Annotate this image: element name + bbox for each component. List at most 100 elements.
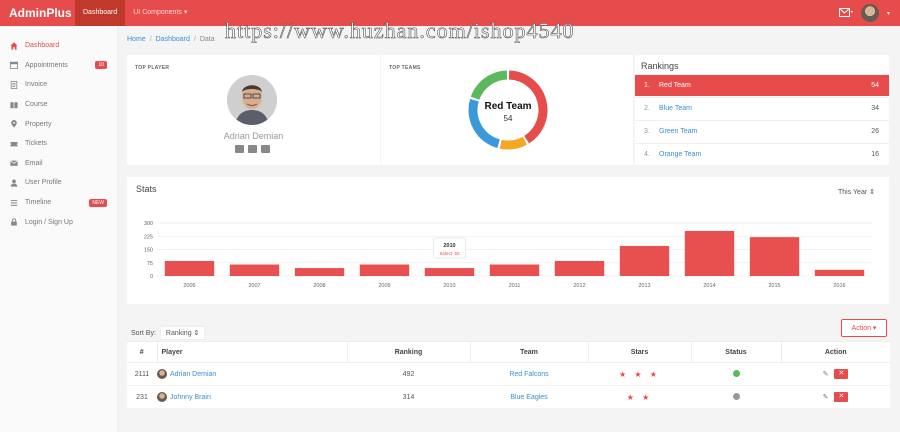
x-tick-label: 2009 (378, 283, 390, 289)
x-tick-label: 2012 (573, 283, 585, 289)
row-id: 2111 (127, 362, 157, 386)
row-player[interactable]: Adrian Demian (157, 362, 347, 386)
row-team[interactable]: Red Falcons (470, 362, 588, 386)
row-stars: ★ ★ ★ (588, 362, 691, 386)
chevron-down-icon[interactable]: ▾ (887, 10, 890, 17)
ranking-row[interactable]: 4. Orange Team 16 (635, 143, 889, 165)
brand-logo[interactable]: AdminPlus (0, 0, 75, 26)
sidebar-item-label: Timeline (25, 199, 52, 207)
ranking-row[interactable]: 3. Green Team 26 (635, 120, 889, 142)
breadcrumb-dashboard[interactable]: Dashboard (156, 36, 190, 43)
x-tick-label: 2010 (443, 283, 455, 289)
table-header-row: # Player Ranking Team Stars Status Actio… (127, 341, 890, 363)
breadcrumb-home[interactable]: Home (127, 36, 146, 43)
col-team[interactable]: Team (470, 341, 589, 363)
sort-arrows-icon: ⇕ (193, 330, 200, 337)
x-tick-label: 2015 (768, 283, 780, 289)
ranking-points: 16 (871, 151, 879, 158)
row-status (691, 362, 781, 386)
sidebar-item-login[interactable]: Login / Sign Up (0, 212, 117, 232)
y-tick-label: 0 (150, 274, 153, 280)
ranking-team: Blue Team (659, 105, 692, 112)
col-stars[interactable]: Stars (588, 341, 692, 363)
stats-icon[interactable] (248, 145, 257, 153)
player-name: Adrian Demian (223, 131, 284, 141)
sidebar-item-property[interactable]: Property (0, 114, 117, 134)
top-player-title: TOP PLAYER (135, 65, 170, 71)
home-icon (10, 42, 18, 50)
sidebar-item-tickets[interactable]: Tickets (0, 134, 117, 154)
col-status[interactable]: Status (691, 341, 782, 363)
edit-icon[interactable]: ✎ (823, 394, 829, 401)
sidebar-item-appointments[interactable]: Appointments 10 (0, 56, 117, 76)
row-player[interactable]: Johnny Brain (157, 385, 347, 409)
timeline-badge: NEW (89, 198, 107, 207)
sidebar-item-user-profile[interactable]: User Profile (0, 173, 117, 193)
bar-2008[interactable] (294, 268, 345, 276)
list-icon (10, 199, 18, 206)
bar-2009[interactable] (359, 264, 410, 276)
donut-segment-green-team[interactable] (470, 70, 508, 100)
rankings-title: Rankings (641, 61, 679, 71)
sidebar-item-invoice[interactable]: Invoice (0, 75, 117, 95)
nav-ui-components[interactable]: UI Components ▾ (125, 0, 195, 26)
bar-2005[interactable] (164, 260, 215, 276)
sort-select[interactable]: Ranking ⇕ (159, 326, 206, 340)
col-player[interactable]: Player (157, 341, 348, 363)
row-status (691, 385, 781, 409)
sidebar-item-course[interactable]: Course (0, 95, 117, 115)
mail-icon[interactable] (838, 7, 853, 19)
user-avatar[interactable] (860, 4, 879, 22)
bar-2007[interactable] (229, 264, 280, 276)
sidebar-item-label: Property (25, 120, 52, 128)
sidebar-item-timeline[interactable]: Timeline NEW (0, 193, 117, 213)
ranking-points: 54 (871, 82, 879, 89)
donut-center-value: 54 (504, 114, 513, 123)
bar-2010[interactable] (424, 268, 475, 276)
ranking-row[interactable]: 1. Red Team 54 (635, 74, 889, 96)
row-actions: ✎ ✕ (781, 362, 890, 386)
breadcrumb-current: Data (199, 36, 215, 43)
bar-2014[interactable] (684, 230, 735, 276)
delete-button[interactable]: ✕ (834, 369, 849, 379)
player-avatar[interactable] (227, 75, 277, 125)
tooltip-value: Select: 50 (439, 251, 460, 256)
sidebar-item-email[interactable]: Email (0, 154, 117, 174)
x-tick-label: 2016 (833, 283, 845, 289)
table-row[interactable]: 2111 Adrian Demian 492 Red Falcons ★ ★ ★… (127, 362, 890, 386)
status-dot (732, 392, 740, 400)
ranking-row[interactable]: 2. Blue Team 34 (635, 97, 889, 119)
x-tick-label: 2008 (313, 283, 325, 289)
bar-2011[interactable] (489, 264, 540, 276)
calendar-icon (10, 62, 18, 70)
bar-2015[interactable] (749, 237, 800, 276)
edit-icon[interactable]: ✎ (823, 371, 829, 378)
sidebar-item-label: User Profile (25, 179, 62, 187)
col-ranking[interactable]: Ranking (347, 341, 471, 363)
ticket-icon (10, 141, 18, 147)
delete-button[interactable]: ✕ (834, 392, 849, 402)
stats-card: Stats This Year ⇕ 0 75 150 225 300 2005 2007 20… (127, 177, 889, 304)
row-team[interactable]: Blue Eagles (470, 385, 588, 409)
row-ranking: 492 (347, 362, 470, 386)
bar-2012[interactable] (554, 260, 605, 276)
action-dropdown-button[interactable]: Action ▾ (841, 319, 887, 337)
x-tick-label: 2014 (703, 283, 715, 289)
player-name: Johnny Brain (170, 393, 211, 401)
breadcrumb-separator: / (149, 36, 152, 43)
ranking-number: 4. (644, 151, 650, 158)
col-id[interactable]: # (127, 341, 158, 363)
players-table: # Player Ranking Team Stars Status Actio… (127, 341, 890, 409)
bar-2013[interactable] (619, 245, 670, 276)
row-stars: ★ ★ (588, 385, 691, 409)
table-row[interactable]: 231 Johnny Brain 314 Blue Eagles ★ ★ ✎ ✕ (127, 385, 890, 409)
profile-icon[interactable] (235, 145, 244, 153)
players-table-card: Sort By: Ranking ⇕ Action ▾ # Player Ran… (127, 316, 890, 414)
message-icon[interactable] (261, 145, 270, 153)
donut-segment-orange-team[interactable] (499, 136, 527, 150)
sidebar-item-dashboard[interactable]: Dashboard (0, 36, 117, 56)
bar-2016[interactable] (814, 269, 865, 276)
nav-dashboard[interactable]: Dashboard (75, 0, 126, 26)
col-action[interactable]: Action (781, 341, 890, 363)
invoice-icon (10, 80, 18, 89)
